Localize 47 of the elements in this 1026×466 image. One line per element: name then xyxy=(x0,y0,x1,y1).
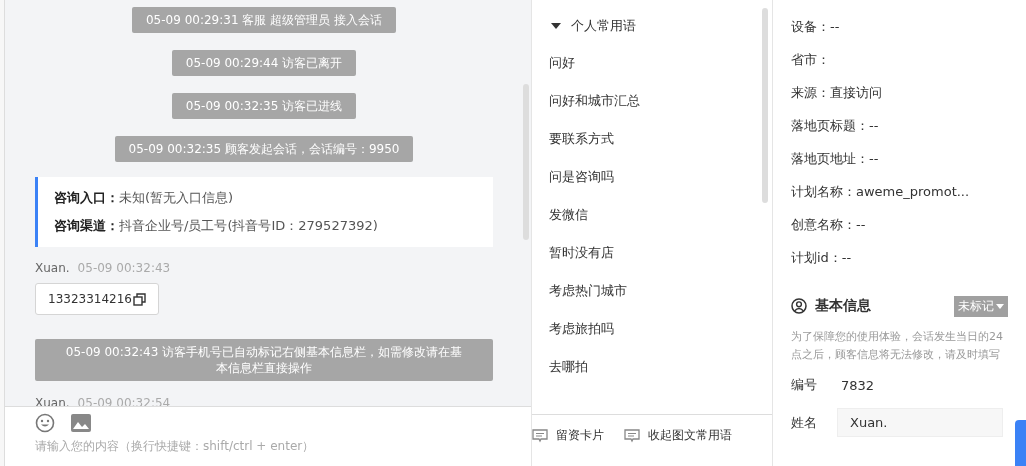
field-label: 编号 xyxy=(791,376,817,394)
caret-icon xyxy=(996,303,1004,309)
system-message: 05-09 00:29:31 客服 超级管理员 接入会话 xyxy=(132,7,396,33)
field-value: 7832 xyxy=(841,377,875,393)
phrase-item[interactable]: 考虑热门城市 xyxy=(549,272,772,310)
copy-icon[interactable] xyxy=(133,292,146,306)
scrollbar[interactable] xyxy=(523,84,529,240)
phrase-item[interactable]: 去哪拍 xyxy=(549,348,772,386)
message-icon xyxy=(532,428,548,443)
message-time: 05-09 00:32:43 xyxy=(77,261,171,275)
detail-field: 省市： xyxy=(791,50,830,69)
phrase-item[interactable]: 要联系方式 xyxy=(549,120,772,158)
phrase-item[interactable]: 问是咨询吗 xyxy=(549,158,772,196)
info-line: 咨询入口：未知(暂无入口信息) xyxy=(54,189,235,207)
detail-field: 设备：-- xyxy=(791,17,840,36)
phrase-item[interactable]: 发微信 xyxy=(549,196,772,234)
name-field[interactable]: Xuan. xyxy=(837,408,1003,437)
notice-text: 为了保障您的使用体验，会话发生当日的24点之后，顾客信息将无法修改，请及时填写 xyxy=(791,329,1004,363)
detail-field: 落地页标题：-- xyxy=(791,116,879,135)
image-icon[interactable] xyxy=(71,414,91,432)
message-input[interactable]: 请输入您的内容（换行快捷键：shift/ctrl + enter） xyxy=(35,439,495,453)
phrase-action[interactable]: 收起图文常用语 xyxy=(624,425,732,446)
caret-icon xyxy=(551,23,561,29)
phrase-action[interactable]: 留资卡片 xyxy=(532,425,604,446)
info-line: 咨询渠道：抖音企业号/员工号(抖音号ID：279527392) xyxy=(54,217,379,235)
detail-field: 落地页地址：-- xyxy=(791,149,879,168)
message-icon xyxy=(624,428,640,443)
emoji-icon[interactable] xyxy=(35,413,55,433)
detail-field: 来源：直接访问 xyxy=(791,83,882,102)
phrase-item[interactable]: 考虑旅拍吗 xyxy=(549,310,772,348)
phrase-item[interactable]: 问好 xyxy=(549,44,772,82)
user-icon xyxy=(791,298,807,314)
detail-field: 创意名称：-- xyxy=(791,215,866,234)
sender-name: Xuan. xyxy=(35,261,70,275)
system-message: 05-09 00:32:35 顾客发起会话，会话编号：9950 xyxy=(114,136,414,162)
detail-field: 计划名称：aweme_promot... xyxy=(791,182,970,201)
phrase-item[interactable]: 问好和城市汇总 xyxy=(549,82,772,120)
field-label: 姓名 xyxy=(791,413,817,432)
section-title: 基本信息 xyxy=(815,297,872,315)
phrase-item[interactable]: 暂时没有店 xyxy=(549,234,772,272)
scrollbar[interactable] xyxy=(762,8,768,203)
system-message: 05-09 00:32:35 访客已进线 xyxy=(171,93,357,119)
detail-field: 计划id：-- xyxy=(791,248,852,267)
phrase-group[interactable]: 个人常用语 xyxy=(549,8,772,44)
system-message: 05-09 00:29:44 访客已离开 xyxy=(171,50,357,76)
message-text: 13323314216 xyxy=(48,292,132,306)
system-message: 05-09 00:32:43 访客手机号已自动标记右侧基本信息栏，如需修改请在基本信息栏直接操作 xyxy=(35,339,493,381)
